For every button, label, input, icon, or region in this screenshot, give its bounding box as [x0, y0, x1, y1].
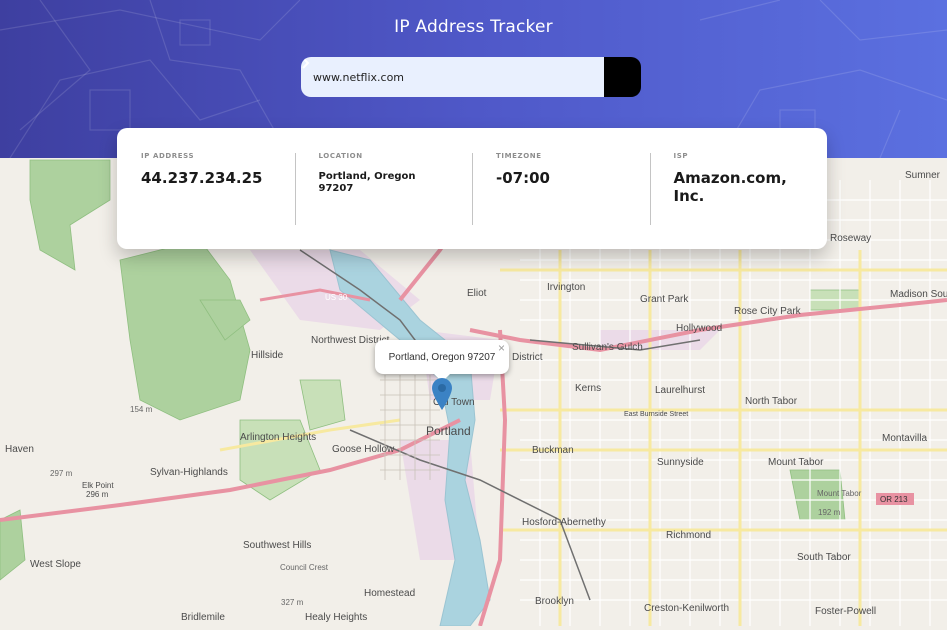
map-label: Portland: [426, 424, 471, 438]
map-label: Healy Heights: [305, 612, 367, 623]
map-label: Madison Sou: [890, 289, 947, 300]
map-label: Hillside: [251, 350, 284, 361]
map-label: Roseway: [830, 233, 871, 244]
map-label: Mount Tabor: [768, 457, 824, 468]
map-label: West Slope: [30, 559, 81, 570]
map-label: Rose City Park: [734, 306, 802, 317]
page-title: IP Address Tracker: [394, 17, 553, 37]
ip-address-section: IP ADDRESS 44.237.234.25: [117, 128, 295, 249]
ip-address-label: IP ADDRESS: [141, 152, 195, 160]
map-label: Grant Park: [640, 294, 689, 305]
isp-value: Amazon.com, Inc.: [673, 169, 787, 205]
map-label: Haven: [5, 444, 34, 455]
location-value: Portland, Oregon 97207: [318, 171, 416, 194]
map-label: Southwest Hills: [243, 540, 311, 551]
map-label: Buckman: [532, 445, 574, 456]
location-section: LOCATION Portland, Oregon 97207: [294, 128, 473, 249]
map-label: Creston-Kenilworth: [644, 603, 729, 614]
map-label: South Tabor: [797, 552, 851, 563]
map-label: Laurelhurst: [655, 385, 705, 396]
location-label: LOCATION: [318, 152, 363, 160]
map-label: Hosford-Abernethy: [522, 517, 606, 528]
map-label: Council Crest: [280, 563, 329, 572]
map-label: East Burnside Street: [624, 411, 688, 418]
map-label: Foster-Powell: [815, 606, 876, 617]
map-label: Richmond: [666, 530, 711, 541]
timezone-label: TIMEZONE: [496, 152, 542, 160]
map-label: Brooklyn: [535, 596, 574, 607]
map-label: OR 213: [880, 495, 908, 504]
map-label: 296 m: [86, 490, 109, 499]
map-label: Bridlemile: [181, 612, 225, 623]
map-label: North Tabor: [745, 396, 798, 407]
map-label: District: [512, 352, 543, 363]
timezone-section: TIMEZONE -07:00: [472, 128, 650, 249]
popup-text: Portland, Oregon 97207: [388, 351, 496, 363]
search-input[interactable]: [301, 57, 604, 97]
map-label: Mount Tabor: [817, 489, 862, 498]
search-submit-button[interactable]: [302, 57, 641, 97]
map-label: Sumner: [905, 170, 941, 181]
map-pin-icon[interactable]: [432, 378, 452, 414]
map-label: 297 m: [50, 469, 73, 478]
map-label: Sullivan's Gulch: [572, 342, 643, 353]
map-label: 154 m: [130, 405, 153, 414]
map-popup: Portland, Oregon 97207 ×: [375, 340, 509, 382]
map-label: Elk Point: [82, 481, 114, 490]
map-label: US 30: [325, 293, 348, 302]
ip-info-card: IP ADDRESS 44.237.234.25 LOCATION Portla…: [117, 128, 827, 249]
isp-label: ISP: [673, 152, 689, 160]
map-label: 327 m: [281, 598, 304, 607]
map-label: Sunnyside: [657, 457, 704, 468]
map-label: Arlington Heights: [240, 432, 316, 443]
map-label: Irvington: [547, 282, 585, 293]
timezone-value: -07:00: [496, 169, 550, 187]
map-label: Eliot: [467, 288, 487, 299]
close-icon[interactable]: ×: [498, 341, 505, 355]
map-label: Kerns: [575, 383, 601, 394]
ip-address-value: 44.237.234.25: [141, 169, 263, 187]
search-bar: [301, 57, 641, 97]
map-label: Montavilla: [882, 433, 927, 444]
map-label: Homestead: [364, 588, 415, 599]
map-label: Hollywood: [676, 323, 722, 334]
map-label: Goose Hollow: [332, 444, 395, 455]
chevron-right-icon: [302, 57, 310, 69]
map-label: Sylvan-Highlands: [150, 467, 228, 478]
isp-section: ISP Amazon.com, Inc.: [649, 128, 828, 249]
map-label: 192 m: [818, 508, 841, 517]
